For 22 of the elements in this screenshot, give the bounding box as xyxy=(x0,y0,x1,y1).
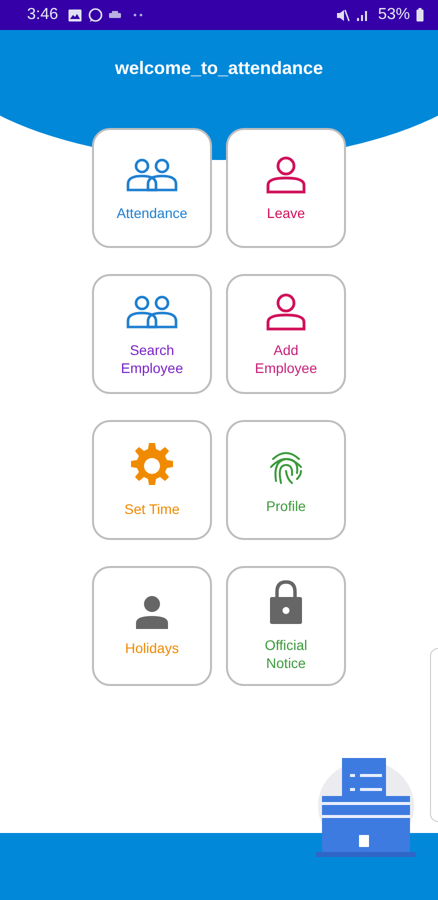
menu-tile[interactable]: Attendance xyxy=(92,128,212,248)
menu-tile[interactable]: Search Employee xyxy=(92,274,212,394)
header-title: welcome_to_attendance xyxy=(114,58,324,80)
lock-icon xyxy=(268,580,304,626)
battery-percent: 53% xyxy=(378,6,410,24)
image-icon xyxy=(68,8,82,22)
mute-icon xyxy=(336,8,350,22)
battery-icon xyxy=(416,8,424,22)
chat-icon xyxy=(88,8,104,22)
person-icon xyxy=(265,154,307,194)
menu-tile[interactable]: Leave xyxy=(226,128,346,248)
menu-tile[interactable]: Add Employee xyxy=(226,274,346,394)
menu-tile[interactable]: Profile xyxy=(226,420,346,540)
person-icon xyxy=(135,595,169,629)
person-icon xyxy=(265,291,307,331)
menu-tile[interactable]: Official Notice xyxy=(226,566,346,686)
menu-tile[interactable]: Holidays xyxy=(92,566,212,686)
status-time: 3:46 xyxy=(27,6,58,24)
more-icon xyxy=(133,13,144,17)
menu-tile[interactable]: Set Time xyxy=(92,420,212,540)
signal-icon xyxy=(356,8,370,22)
printer-icon xyxy=(109,11,122,19)
